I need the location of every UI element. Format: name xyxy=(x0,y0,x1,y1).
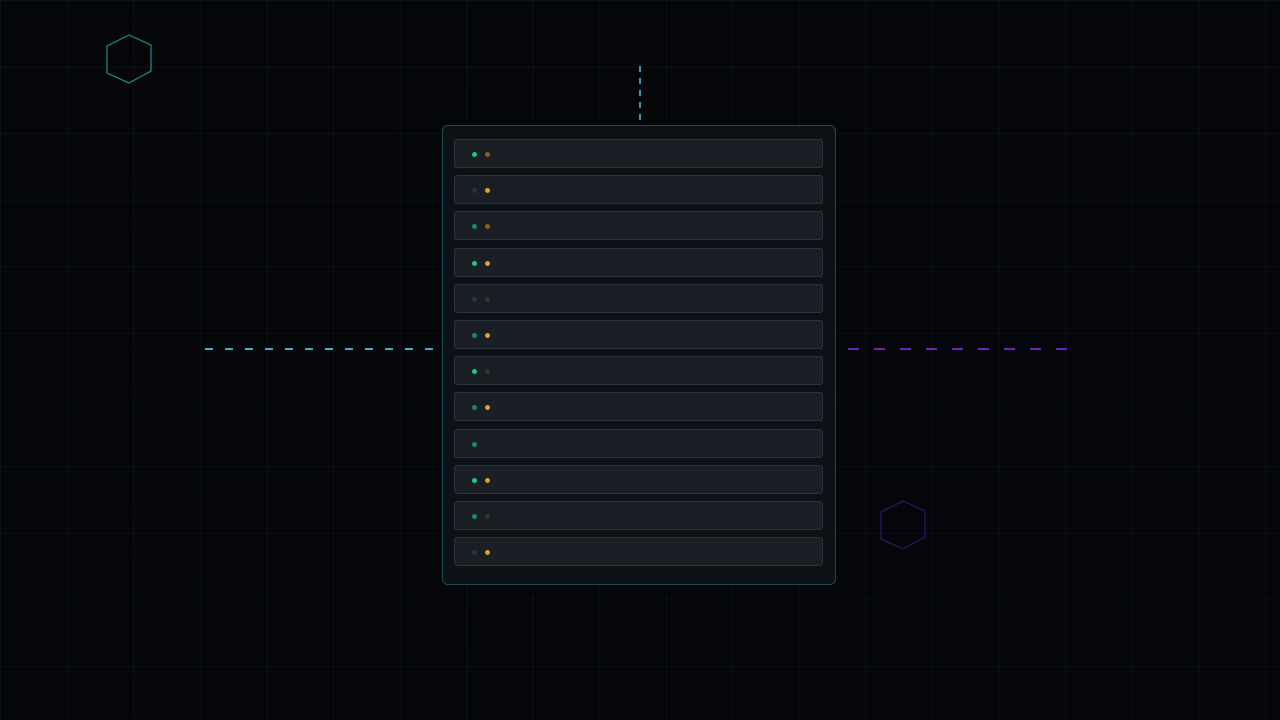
list-row[interactable] xyxy=(454,175,823,205)
status-dot-amber-icon xyxy=(485,296,490,302)
status-dot-amber-icon xyxy=(485,513,490,519)
status-dot-amber-icon xyxy=(485,550,490,556)
list-row[interactable] xyxy=(454,537,823,567)
hexagon-outline-icon xyxy=(106,34,152,84)
list-row[interactable] xyxy=(454,500,823,530)
connector-line-top xyxy=(639,66,641,124)
status-dot-green-icon xyxy=(472,405,477,411)
status-dot-amber-icon xyxy=(485,260,490,266)
status-dot-green-icon xyxy=(472,477,477,483)
list-row[interactable] xyxy=(454,464,823,494)
list-row[interactable] xyxy=(454,211,823,241)
list-row[interactable] xyxy=(454,319,823,349)
status-dot-green-icon xyxy=(472,550,477,556)
status-dot-amber-icon xyxy=(485,332,490,338)
list-row[interactable] xyxy=(454,392,823,422)
status-dot-amber-icon xyxy=(485,188,490,194)
list-row[interactable] xyxy=(454,356,823,386)
status-dot-amber-icon xyxy=(485,224,490,230)
hexagon-outline-icon xyxy=(880,500,926,550)
canvas xyxy=(0,0,1280,720)
status-dot-green-icon xyxy=(472,224,477,230)
status-dot-green-icon xyxy=(472,441,477,447)
status-dot-green-icon xyxy=(472,260,477,266)
status-dot-amber-icon xyxy=(485,152,490,157)
status-dot-amber-icon xyxy=(485,477,490,483)
status-dot-green-icon xyxy=(472,513,477,519)
status-dot-green-icon xyxy=(472,369,477,375)
list-row[interactable] xyxy=(454,428,823,458)
status-list-panel xyxy=(442,125,836,585)
connector-line-right xyxy=(848,348,1074,350)
status-dot-green-icon xyxy=(472,188,477,194)
status-dot-green-icon xyxy=(472,332,477,338)
status-dot-green-icon xyxy=(472,152,477,157)
list-row[interactable] xyxy=(454,139,823,168)
status-dot-amber-icon xyxy=(485,369,490,375)
status-dot-green-icon xyxy=(472,296,477,302)
connector-line-left xyxy=(205,348,433,350)
list-row[interactable] xyxy=(454,283,823,313)
list-row[interactable] xyxy=(454,247,823,277)
status-dot-amber-icon xyxy=(485,405,490,411)
